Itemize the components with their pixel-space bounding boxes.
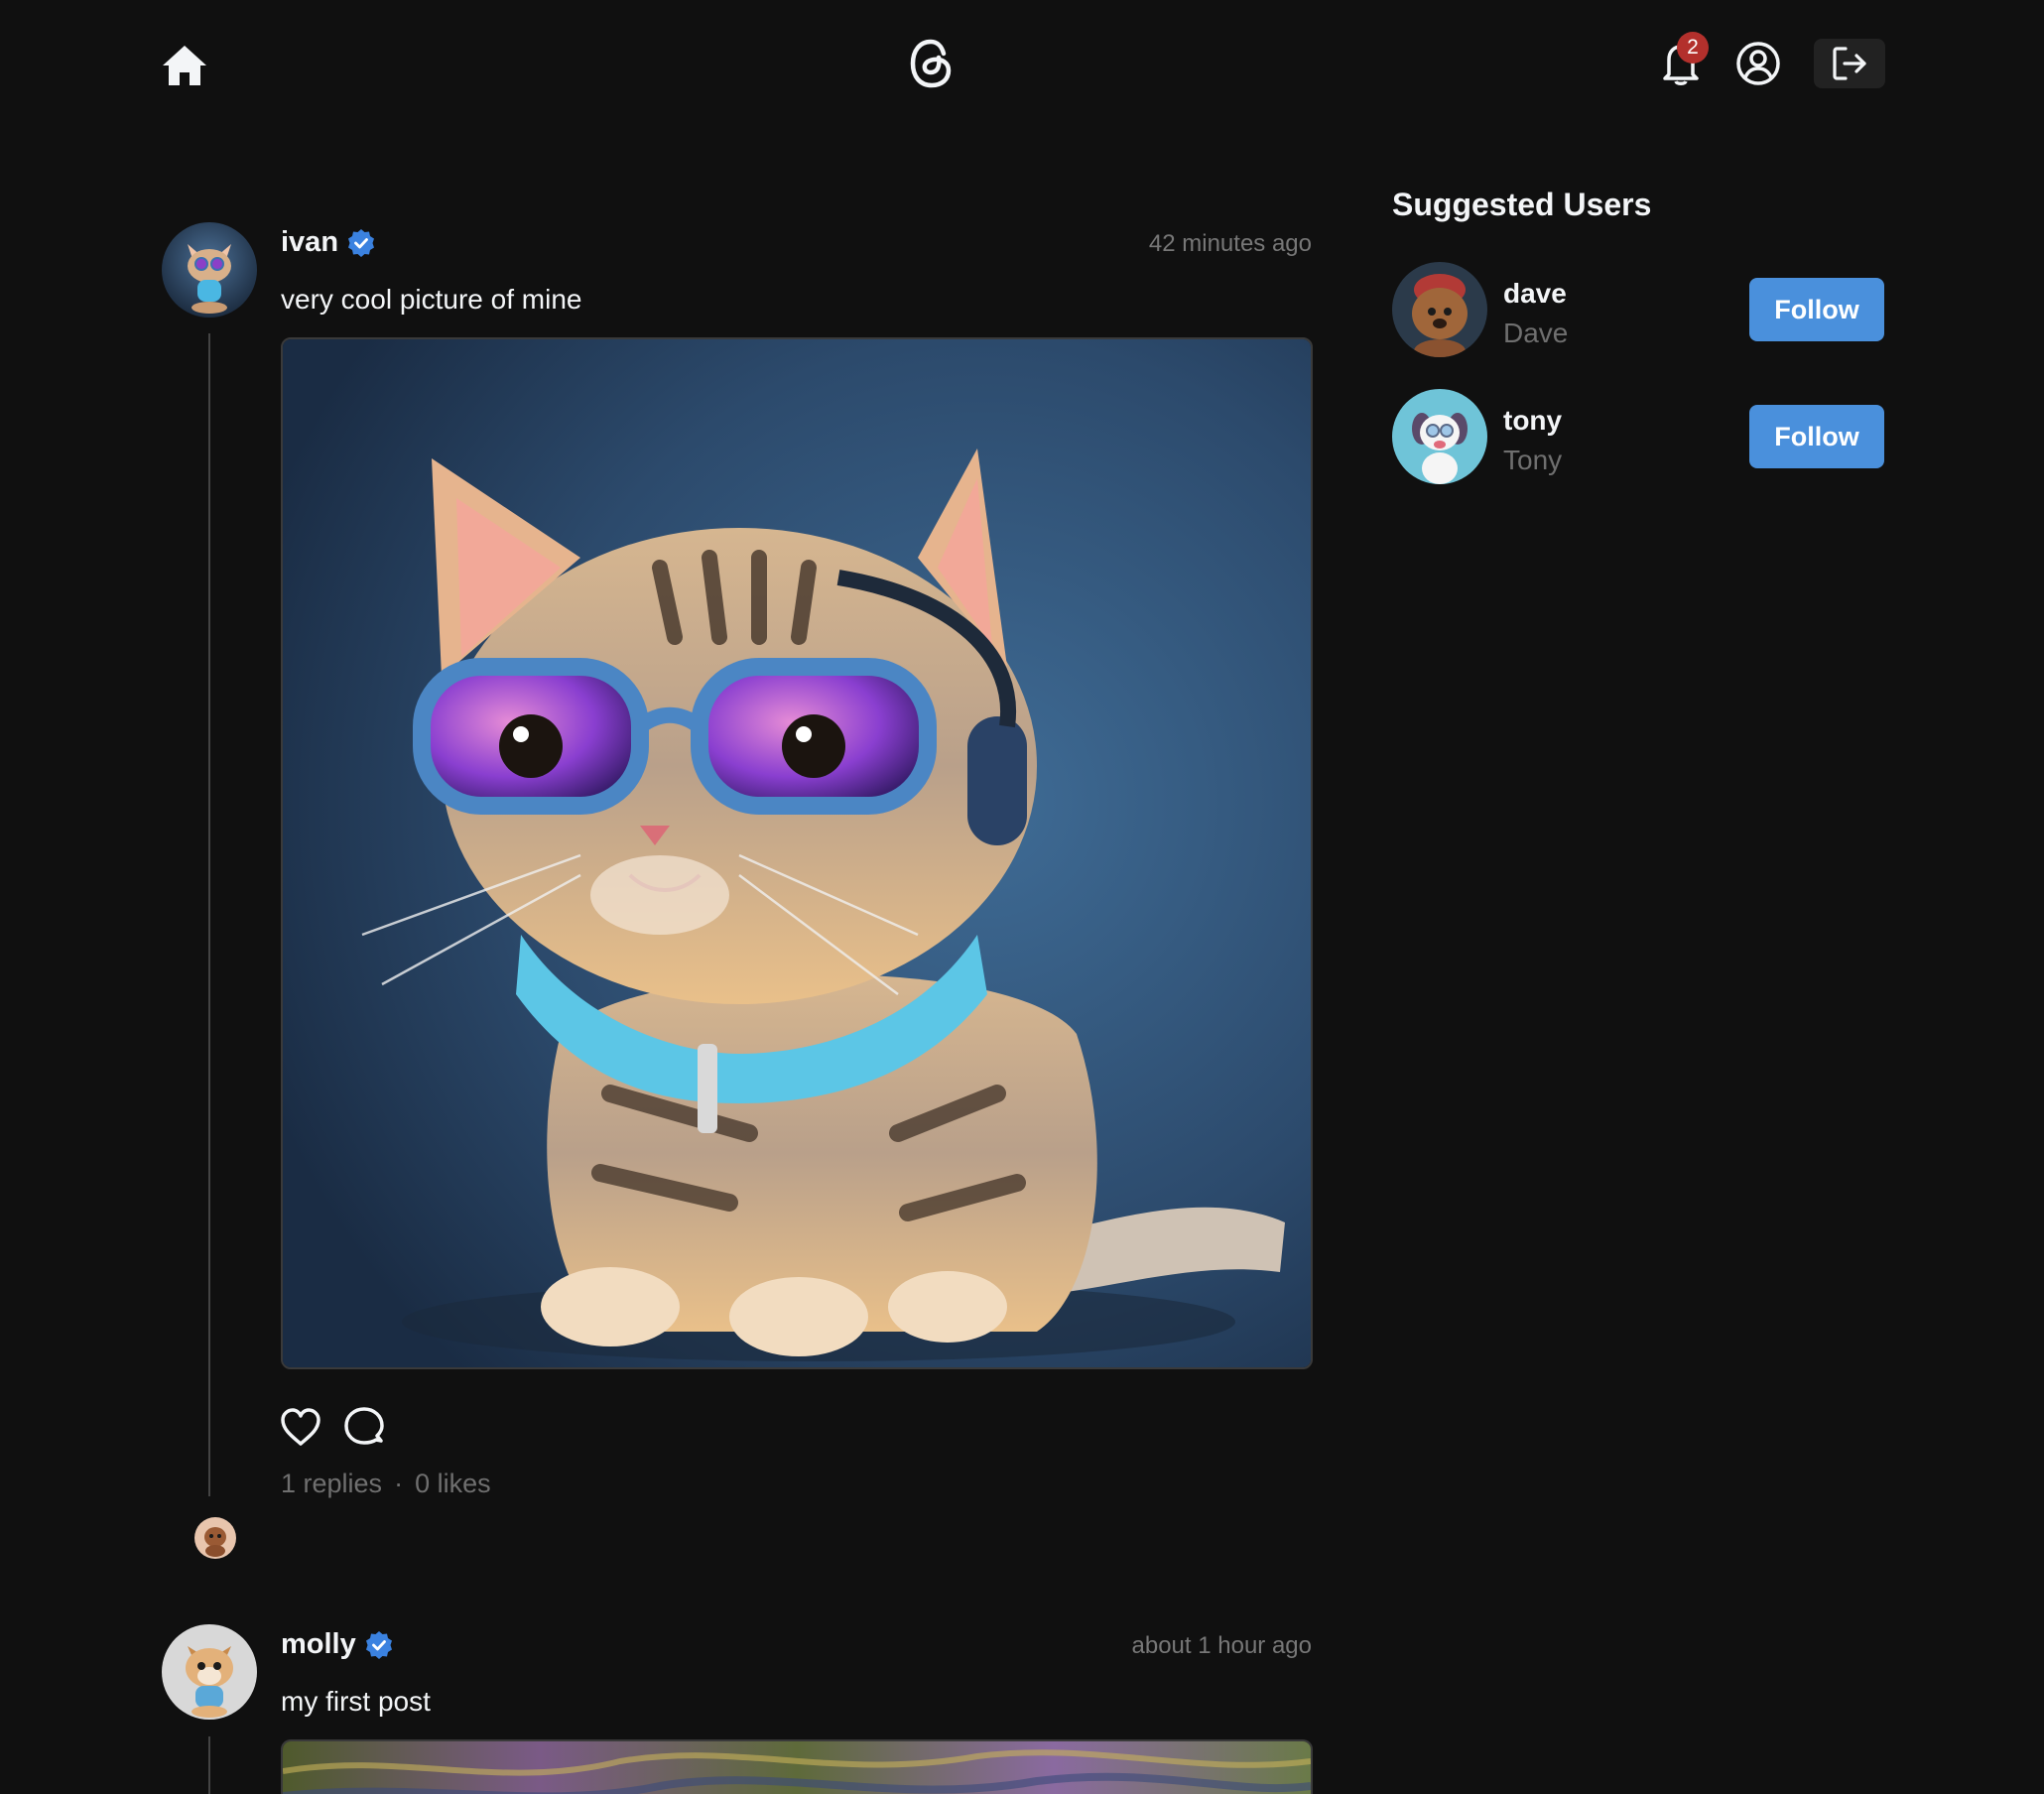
verified-badge-icon	[366, 1631, 392, 1659]
avatar[interactable]	[162, 1624, 257, 1720]
user-circle-icon[interactable]	[1730, 36, 1786, 91]
logout-button[interactable]	[1814, 39, 1885, 88]
suggested-fullname: Tony	[1503, 445, 1563, 475]
post-stats: 1 replies · 0 likes	[281, 1469, 491, 1499]
reply-avatar	[194, 1517, 236, 1559]
comment-icon[interactable]	[342, 1405, 386, 1449]
avatar[interactable]	[1392, 262, 1487, 357]
avatar[interactable]	[162, 222, 257, 318]
suggested-user: tony Tony Follow	[1392, 389, 1884, 484]
post-text: very cool picture of mine	[281, 284, 582, 315]
post-image[interactable]	[281, 1739, 1313, 1794]
follow-button[interactable]: Follow	[1749, 405, 1884, 468]
thread-line	[208, 333, 210, 1496]
replies-count[interactable]: 1 replies	[281, 1469, 382, 1498]
suggested-users-title: Suggested Users	[1392, 187, 1652, 222]
post-username[interactable]: molly	[281, 1628, 356, 1661]
suggested-username[interactable]: tony	[1503, 405, 1562, 437]
suggested-username[interactable]: dave	[1503, 278, 1567, 310]
likes-count[interactable]: 0 likes	[415, 1469, 491, 1498]
heart-icon[interactable]	[279, 1405, 322, 1449]
notification-badge: 2	[1677, 32, 1709, 64]
post-text: my first post	[281, 1686, 431, 1717]
avatar[interactable]	[1392, 389, 1487, 484]
home-icon[interactable]	[157, 38, 212, 93]
post-image[interactable]	[281, 337, 1313, 1369]
post-username[interactable]: ivan	[281, 226, 338, 259]
thread-line	[208, 1736, 210, 1794]
verified-badge-icon	[348, 229, 374, 257]
logout-icon	[1833, 47, 1866, 80]
suggested-fullname: Dave	[1503, 318, 1569, 348]
separator-dot: ·	[394, 1469, 404, 1498]
page: 2 ivan 42 minutes ago very cool picture …	[0, 0, 2044, 1794]
follow-button[interactable]: Follow	[1749, 278, 1884, 341]
post-timestamp: about 1 hour ago	[1131, 1632, 1313, 1659]
threads-logo-icon[interactable]	[905, 36, 958, 91]
suggested-user: dave Dave Follow	[1392, 262, 1884, 357]
post-timestamp: 42 minutes ago	[1148, 230, 1312, 257]
